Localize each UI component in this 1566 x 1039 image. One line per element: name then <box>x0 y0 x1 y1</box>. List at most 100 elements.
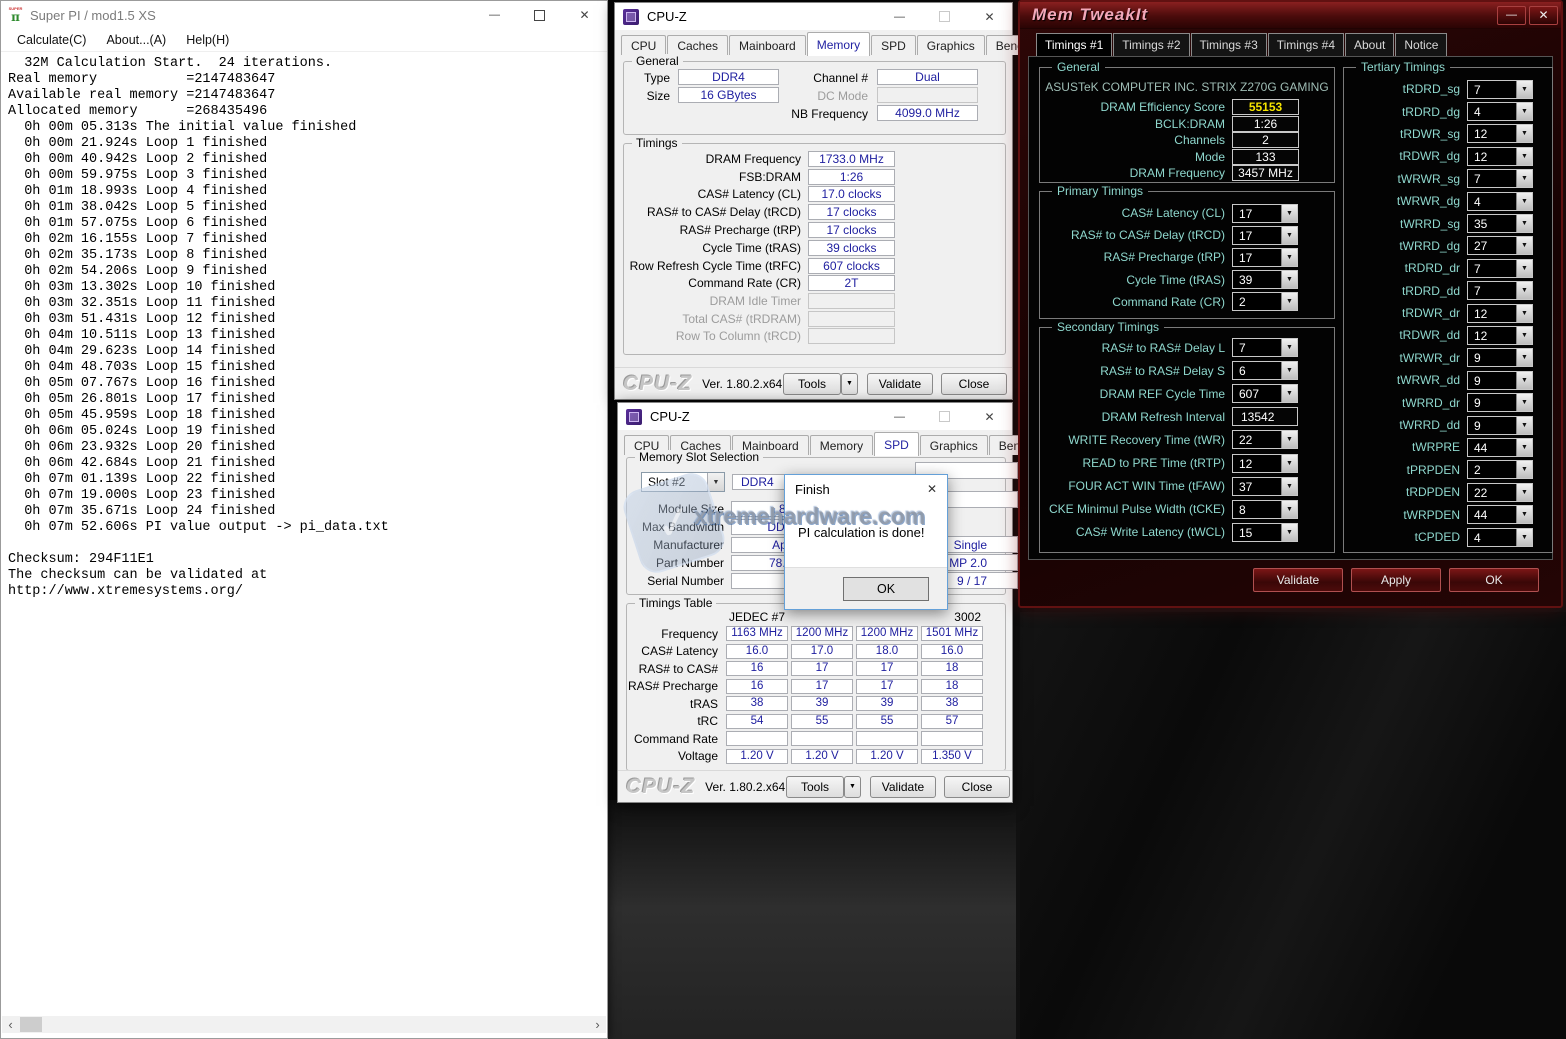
close-button[interactable]: Close <box>941 373 1007 395</box>
tab-caches[interactable]: Caches <box>667 35 728 55</box>
chevron-down-icon[interactable] <box>1516 237 1532 254</box>
tools-dropdown-icon[interactable] <box>844 776 861 798</box>
timing-dropdown[interactable]: 12 <box>1467 147 1533 166</box>
timing-dropdown[interactable]: 9 <box>1467 416 1533 435</box>
tab-memory[interactable]: Memory <box>810 435 873 455</box>
menu-about[interactable]: About...(A) <box>106 33 166 47</box>
chevron-down-icon[interactable] <box>1516 81 1532 98</box>
chevron-down-icon[interactable] <box>1516 125 1532 142</box>
timing-dropdown[interactable]: 17 <box>1232 204 1298 223</box>
chevron-down-icon[interactable] <box>1516 394 1532 411</box>
scrollbar-thumb[interactable] <box>20 1017 42 1032</box>
timing-dropdown[interactable]: 7 <box>1467 80 1533 99</box>
chevron-down-icon[interactable] <box>1516 529 1532 546</box>
timing-dropdown[interactable]: 2 <box>1232 292 1298 311</box>
timing-dropdown[interactable]: 7 <box>1467 259 1533 278</box>
menu-calculate[interactable]: Calculate(C) <box>17 33 86 47</box>
timing-dropdown[interactable]: 4 <box>1467 528 1533 547</box>
chevron-down-icon[interactable] <box>707 473 724 491</box>
tab-timings-4[interactable]: Timings #4 <box>1268 33 1344 56</box>
timing-dropdown[interactable]: 6 <box>1232 361 1298 380</box>
timing-dropdown[interactable]: 27 <box>1467 236 1533 255</box>
tab-about[interactable]: About <box>1345 33 1394 56</box>
timing-dropdown[interactable]: 8 <box>1232 500 1298 519</box>
tools-button[interactable]: Tools <box>786 776 844 798</box>
timing-dropdown[interactable]: 39 <box>1232 270 1298 289</box>
timing-dropdown[interactable]: 12 <box>1467 304 1533 323</box>
chevron-down-icon[interactable] <box>1281 431 1297 448</box>
timing-dropdown[interactable]: 607 <box>1232 384 1298 403</box>
timing-dropdown[interactable]: 4 <box>1467 192 1533 211</box>
timing-dropdown[interactable]: 7 <box>1232 338 1298 357</box>
timing-dropdown[interactable]: 17 <box>1232 226 1298 245</box>
chevron-down-icon[interactable] <box>1281 501 1297 518</box>
slot-select-dropdown[interactable]: Slot #2 <box>641 472 725 492</box>
chevron-down-icon[interactable] <box>1281 249 1297 266</box>
tools-button[interactable]: Tools <box>783 373 841 395</box>
tab-notice[interactable]: Notice <box>1395 33 1447 56</box>
close-button[interactable]: Close <box>944 776 1010 798</box>
menu-help[interactable]: Help(H) <box>186 33 229 47</box>
ok-button[interactable]: OK <box>843 577 929 601</box>
tab-mainboard[interactable]: Mainboard <box>729 35 806 55</box>
timing-dropdown[interactable]: 12 <box>1467 124 1533 143</box>
chevron-down-icon[interactable] <box>1281 293 1297 310</box>
maximize-icon[interactable] <box>517 1 562 29</box>
tab-timings-1[interactable]: Timings #1 <box>1036 33 1112 56</box>
chevron-down-icon[interactable] <box>1516 305 1532 322</box>
timing-dropdown[interactable]: 37 <box>1232 477 1298 496</box>
chevron-down-icon[interactable] <box>1516 349 1532 366</box>
chevron-down-icon[interactable] <box>1516 461 1532 478</box>
scroll-left-icon[interactable] <box>2 1016 19 1033</box>
minimize-icon[interactable] <box>472 1 517 29</box>
chevron-down-icon[interactable] <box>1516 260 1532 277</box>
chevron-down-icon[interactable] <box>1516 193 1532 210</box>
close-icon[interactable] <box>967 3 1012 30</box>
timing-dropdown[interactable]: 9 <box>1467 348 1533 367</box>
timing-dropdown[interactable]: 2 <box>1467 460 1533 479</box>
timing-dropdown[interactable]: 12 <box>1232 454 1298 473</box>
timing-dropdown[interactable]: 44 <box>1467 438 1533 457</box>
tools-dropdown-icon[interactable] <box>841 373 858 395</box>
chevron-down-icon[interactable] <box>1281 478 1297 495</box>
validate-button[interactable]: Validate <box>867 373 933 395</box>
chevron-down-icon[interactable] <box>1281 385 1297 402</box>
tab-graphics[interactable]: Graphics <box>920 435 988 455</box>
tab-spd[interactable]: SPD <box>871 35 916 55</box>
chevron-down-icon[interactable] <box>1516 170 1532 187</box>
validate-button[interactable]: Validate <box>870 776 936 798</box>
horizontal-scrollbar[interactable] <box>2 1016 606 1033</box>
chevron-down-icon[interactable] <box>1516 282 1532 299</box>
tab-graphics[interactable]: Graphics <box>917 35 985 55</box>
dram-refresh-interval-field[interactable]: 13542 <box>1232 407 1298 426</box>
chevron-down-icon[interactable] <box>1516 484 1532 501</box>
timing-dropdown[interactable]: 12 <box>1467 326 1533 345</box>
minimize-icon[interactable] <box>877 403 922 430</box>
timing-dropdown[interactable]: 9 <box>1467 393 1533 412</box>
timing-dropdown[interactable]: 7 <box>1467 281 1533 300</box>
minimize-icon[interactable] <box>1497 6 1526 25</box>
apply-button[interactable]: Apply <box>1351 568 1441 592</box>
timing-dropdown[interactable]: 17 <box>1232 248 1298 267</box>
timing-dropdown[interactable]: 15 <box>1232 523 1298 542</box>
close-icon[interactable] <box>967 403 1012 430</box>
chevron-down-icon[interactable] <box>1281 524 1297 541</box>
close-icon[interactable] <box>562 1 607 29</box>
chevron-down-icon[interactable] <box>1281 271 1297 288</box>
close-icon[interactable] <box>917 475 947 503</box>
ok-button[interactable]: OK <box>1449 568 1539 592</box>
chevron-down-icon[interactable] <box>1516 103 1532 120</box>
timing-dropdown[interactable]: 35 <box>1467 214 1533 233</box>
timing-dropdown[interactable]: 4 <box>1467 102 1533 121</box>
timing-dropdown[interactable]: 9 <box>1467 371 1533 390</box>
timing-dropdown[interactable]: 7 <box>1467 169 1533 188</box>
timing-dropdown[interactable]: 22 <box>1232 430 1298 449</box>
scroll-right-icon[interactable] <box>589 1016 606 1033</box>
tab-spd[interactable]: SPD <box>874 432 919 456</box>
timing-dropdown[interactable]: 44 <box>1467 505 1533 524</box>
chevron-down-icon[interactable] <box>1516 506 1532 523</box>
chevron-down-icon[interactable] <box>1516 148 1532 165</box>
chevron-down-icon[interactable] <box>1516 215 1532 232</box>
close-icon[interactable] <box>1529 6 1558 25</box>
validate-button[interactable]: Validate <box>1253 568 1343 592</box>
